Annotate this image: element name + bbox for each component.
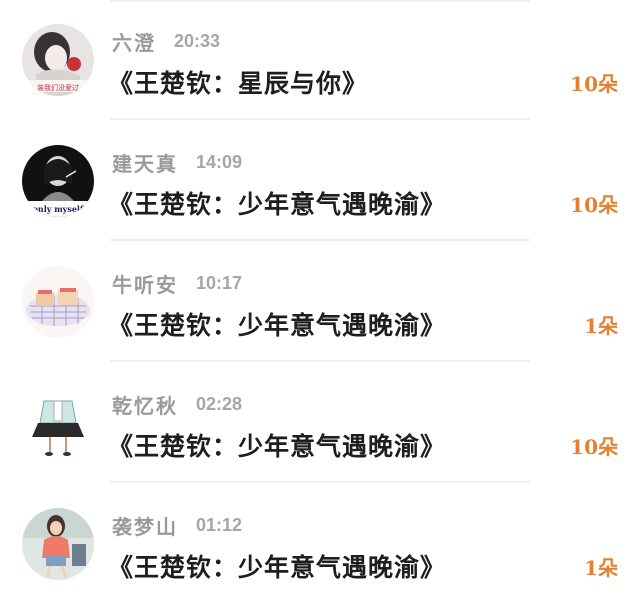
avatar[interactable] [22,266,94,338]
meta-line: 六澄 20:33 [112,26,220,56]
username: 建天真 [112,151,178,176]
avatar-girl-photo-icon [22,508,94,580]
gift-message: 《王楚钦：星辰与你》 [108,69,369,98]
username: 袭梦山 [112,514,178,539]
avatar[interactable]: only myself [22,145,94,217]
meta-line: 乾忆秋 02:28 [112,389,242,419]
timestamp: 14:09 [196,151,243,172]
gift-amount: 10朵 [570,193,618,217]
avatar-girl-sketch-icon: 装我们没爱过 [22,24,94,96]
list-item[interactable]: 乾忆秋 02:28 《王楚钦：少年意气遇晚渝》 10朵 [0,363,640,483]
row-divider [110,239,530,241]
list-item[interactable]: 装我们没爱过 六澄 20:33 《王楚钦：星辰与你》 10朵 [0,0,640,120]
avatar[interactable] [22,508,94,580]
avatar-caption: only myself [33,204,84,214]
avatar-outfit-illustration-icon [22,387,94,459]
meta-line: 袭梦山 01:12 [112,510,242,540]
username: 六澄 [112,30,156,55]
gift-message: 《王楚钦：少年意气遇晚渝》 [108,553,447,582]
timestamp: 20:33 [174,30,221,51]
gift-amount: 1朵 [584,314,618,338]
timestamp: 02:28 [196,393,243,414]
gift-message: 《王楚钦：少年意气遇晚渝》 [108,311,447,340]
row-divider [110,118,530,120]
row-divider [110,360,530,362]
avatar[interactable] [22,387,94,459]
avatar[interactable]: 装我们没爱过 [22,24,94,96]
avatar-toast-plate-icon [22,266,94,338]
row-divider [110,481,530,483]
timestamp: 10:17 [196,272,243,293]
username: 牛听安 [112,272,178,297]
gift-message: 《王楚钦：少年意气遇晚渝》 [108,432,447,461]
gift-amount: 10朵 [570,435,618,459]
list-item[interactable]: 牛听安 10:17 《王楚钦：少年意气遇晚渝》 1朵 [0,242,640,362]
username: 乾忆秋 [112,393,178,418]
gift-amount: 10朵 [570,72,618,96]
meta-line: 建天真 14:09 [112,147,242,177]
list-item[interactable]: 袭梦山 01:12 《王楚钦：少年意气遇晚渝》 1朵 [0,484,640,604]
meta-line: 牛听安 10:17 [112,268,242,298]
avatar-smoking-silhouette-icon: only myself [22,145,94,217]
list-item[interactable]: only myself 建天真 14:09 《王楚钦：少年意气遇晚渝》 10朵 [0,121,640,241]
gift-message: 《王楚钦：少年意气遇晚渝》 [108,190,447,219]
timestamp: 01:12 [196,514,243,535]
avatar-caption: 装我们没爱过 [37,83,79,92]
gift-amount: 1朵 [584,556,618,580]
gift-record-list: 装我们没爱过 六澄 20:33 《王楚钦：星辰与你》 10朵 only myse… [0,0,640,607]
